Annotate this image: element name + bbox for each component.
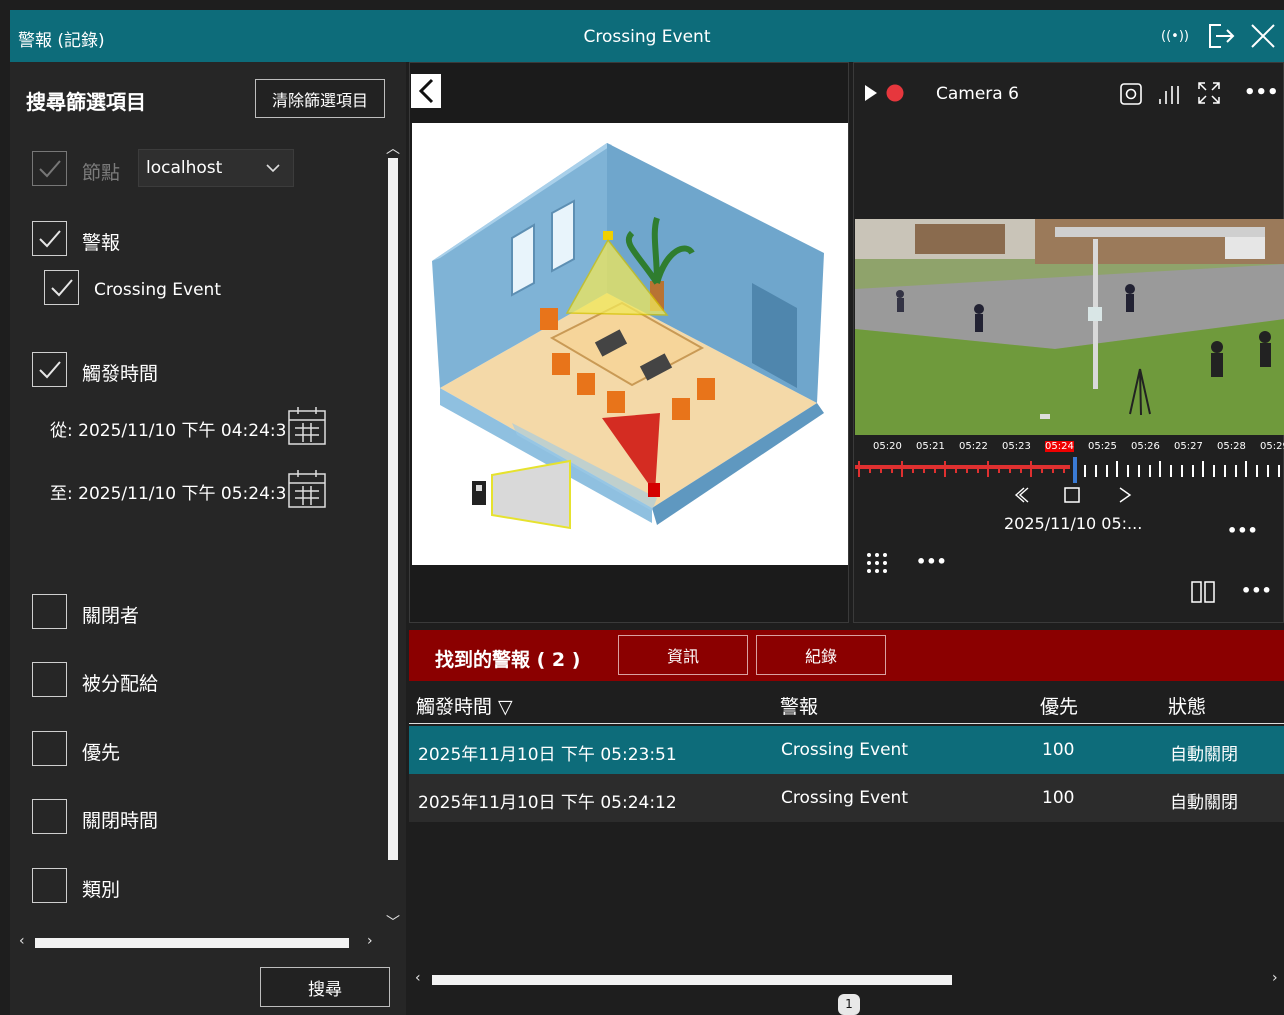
- tick-label: 05:29: [1260, 441, 1284, 452]
- tick-label: 05:21: [916, 441, 945, 452]
- scroll-left-arrow[interactable]: ‹: [19, 933, 25, 949]
- node-select[interactable]: localhost: [138, 149, 294, 187]
- node-label: 節點: [82, 162, 121, 184]
- camera-toolbar: Camera 6 •••: [854, 63, 1283, 125]
- more-icon[interactable]: •••: [1227, 521, 1258, 540]
- play-icon[interactable]: [864, 84, 878, 106]
- page-number[interactable]: 1: [838, 994, 860, 1015]
- camera-video: [855, 219, 1284, 435]
- back-icon[interactable]: [411, 74, 441, 108]
- crossing-event-checkbox[interactable]: [44, 270, 79, 305]
- camera-panel: Camera 6 ••• 05:20 05:21 05:22 05:23 05:…: [853, 62, 1284, 623]
- scroll-left-arrow[interactable]: ‹: [415, 970, 421, 986]
- trigger-time-checkbox[interactable]: [32, 352, 67, 387]
- column-alarm[interactable]: 警報: [780, 692, 818, 719]
- more-icon[interactable]: •••: [1241, 581, 1272, 600]
- chevron-down-icon: [266, 150, 280, 199]
- split-view-icon[interactable]: [1191, 581, 1215, 607]
- snapshot-icon[interactable]: [1120, 83, 1142, 109]
- cell-time: 2025年11月10日 下午 05:23:51: [418, 745, 677, 765]
- results-bar: 找到的警報 ( 2 ) 資訊 紀錄: [409, 630, 1284, 681]
- tick-label: 05:22: [959, 441, 988, 452]
- scroll-up-arrow[interactable]: ︿: [386, 138, 400, 158]
- alarm-title: Crossing Event: [583, 27, 711, 47]
- results-title: 找到的警報 ( 2 ): [435, 649, 581, 671]
- cell-status: 自動關閉: [1170, 793, 1238, 813]
- crossing-event-label: Crossing Event: [94, 280, 221, 300]
- from-date[interactable]: 從: 2025/11/10 下午 04:24:3: [50, 416, 286, 441]
- table-row[interactable]: 2025年11月10日 下午 05:23:51 Crossing Event 1…: [409, 726, 1284, 774]
- stop-icon[interactable]: [1064, 487, 1080, 507]
- exit-icon[interactable]: [1204, 20, 1238, 52]
- to-date[interactable]: 至: 2025/11/10 下午 05:24:3: [50, 479, 286, 504]
- filter-panel: 搜尋篩選項目 清除篩選項目 節點 localhost 警報 Crossing E…: [10, 62, 406, 1015]
- tab-info[interactable]: 資訊: [618, 635, 748, 675]
- assigned-checkbox[interactable]: [32, 662, 67, 697]
- cell-alarm: Crossing Event: [781, 740, 908, 760]
- tick-label: 05:27: [1174, 441, 1203, 452]
- vertical-scrollbar[interactable]: [388, 158, 398, 860]
- closer-label: 關閉者: [82, 605, 140, 627]
- cell-alarm: Crossing Event: [781, 788, 908, 808]
- tick-label: 05:25: [1088, 441, 1117, 452]
- header-divider: [409, 723, 1284, 724]
- trigger-time-label: 觸發時間: [82, 363, 159, 385]
- cell-priority: 100: [1042, 740, 1075, 760]
- tick-label: 05:28: [1217, 441, 1246, 452]
- calendar-icon[interactable]: [287, 406, 327, 446]
- category-label: 類別: [82, 879, 121, 901]
- cell-status: 自動關閉: [1170, 745, 1238, 765]
- cell-time: 2025年11月10日 下午 05:24:12: [418, 793, 677, 813]
- alarm-label: 警報: [82, 232, 121, 254]
- scroll-right-arrow[interactable]: ›: [1272, 970, 1278, 986]
- step-forward-icon[interactable]: [1116, 486, 1134, 508]
- title-bar: 警報 (記錄) Crossing Event ((•)): [10, 10, 1284, 62]
- camera-name: Camera 6: [936, 84, 1019, 104]
- column-status[interactable]: 狀態: [1168, 692, 1206, 719]
- close-time-label: 關閉時間: [82, 810, 159, 832]
- scroll-down-arrow[interactable]: ﹀: [386, 912, 400, 932]
- column-trigger-time[interactable]: 觸發時間 ▽: [416, 692, 513, 719]
- timeline-track[interactable]: [855, 455, 1284, 485]
- tick-label: 05:20: [873, 441, 902, 452]
- floor-plan-image: [412, 123, 848, 565]
- more-icon[interactable]: •••: [916, 552, 947, 571]
- bandwidth-icon[interactable]: [1158, 83, 1182, 109]
- cell-priority: 100: [1042, 788, 1075, 808]
- broadcast-icon[interactable]: ((•)): [1160, 20, 1190, 52]
- close-icon[interactable]: [1246, 20, 1280, 52]
- horizontal-scrollbar[interactable]: [35, 938, 349, 948]
- playback-date: 2025/11/10 05:...: [1004, 514, 1143, 533]
- search-button[interactable]: 搜尋: [260, 967, 390, 1007]
- tick-label: 05:24: [1045, 441, 1074, 452]
- category-checkbox[interactable]: [32, 868, 67, 903]
- tick-label: 05:26: [1131, 441, 1160, 452]
- priority-checkbox[interactable]: [32, 731, 67, 766]
- assigned-label: 被分配給: [82, 673, 159, 695]
- map-panel: [409, 62, 849, 623]
- close-time-checkbox[interactable]: [32, 799, 67, 834]
- priority-label: 優先: [82, 742, 121, 764]
- table-row[interactable]: 2025年11月10日 下午 05:24:12 Crossing Event 1…: [409, 774, 1284, 822]
- scroll-right-arrow[interactable]: ›: [367, 933, 373, 949]
- closer-checkbox[interactable]: [32, 594, 67, 629]
- timeline[interactable]: 05:20 05:21 05:22 05:23 05:24 05:25 05:2…: [855, 441, 1284, 487]
- tab-log[interactable]: 紀錄: [756, 635, 886, 675]
- fullscreen-icon[interactable]: [1197, 81, 1221, 109]
- step-back-icon[interactable]: [1012, 486, 1030, 508]
- filter-header: 搜尋篩選項目: [26, 90, 146, 114]
- tick-label: 05:23: [1002, 441, 1031, 452]
- more-icon[interactable]: •••: [1244, 82, 1279, 103]
- alarm-checkbox[interactable]: [32, 221, 67, 256]
- record-icon[interactable]: [886, 84, 904, 106]
- node-checkbox[interactable]: [32, 151, 67, 186]
- clear-filters-button[interactable]: 清除篩選項目: [255, 79, 385, 118]
- grid-icon[interactable]: [866, 552, 888, 578]
- horizontal-scrollbar[interactable]: [432, 975, 952, 985]
- column-priority[interactable]: 優先: [1040, 692, 1078, 719]
- node-value: localhost: [146, 158, 223, 178]
- calendar-icon[interactable]: [287, 469, 327, 509]
